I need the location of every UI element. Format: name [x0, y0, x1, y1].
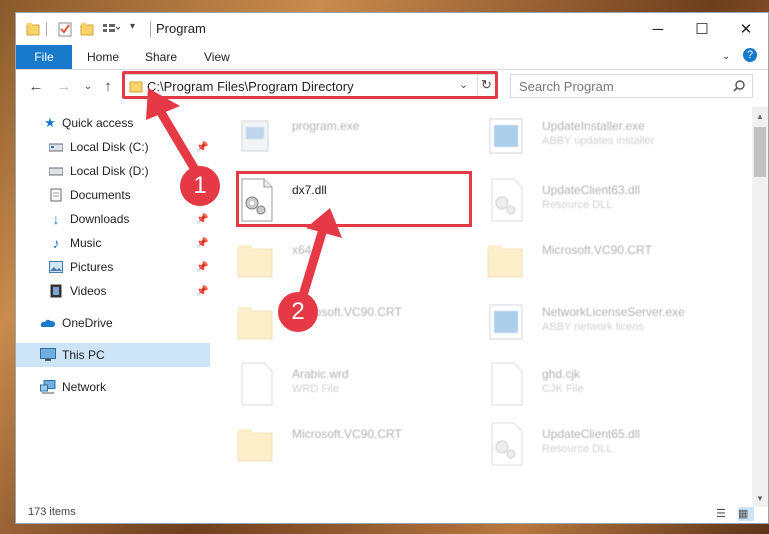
step-2-badge: 2 [278, 292, 318, 332]
step-1-badge: 1 [180, 166, 220, 206]
arrow-to-address-bar [146, 88, 205, 183]
annotation-arrows [146, 88, 342, 317]
